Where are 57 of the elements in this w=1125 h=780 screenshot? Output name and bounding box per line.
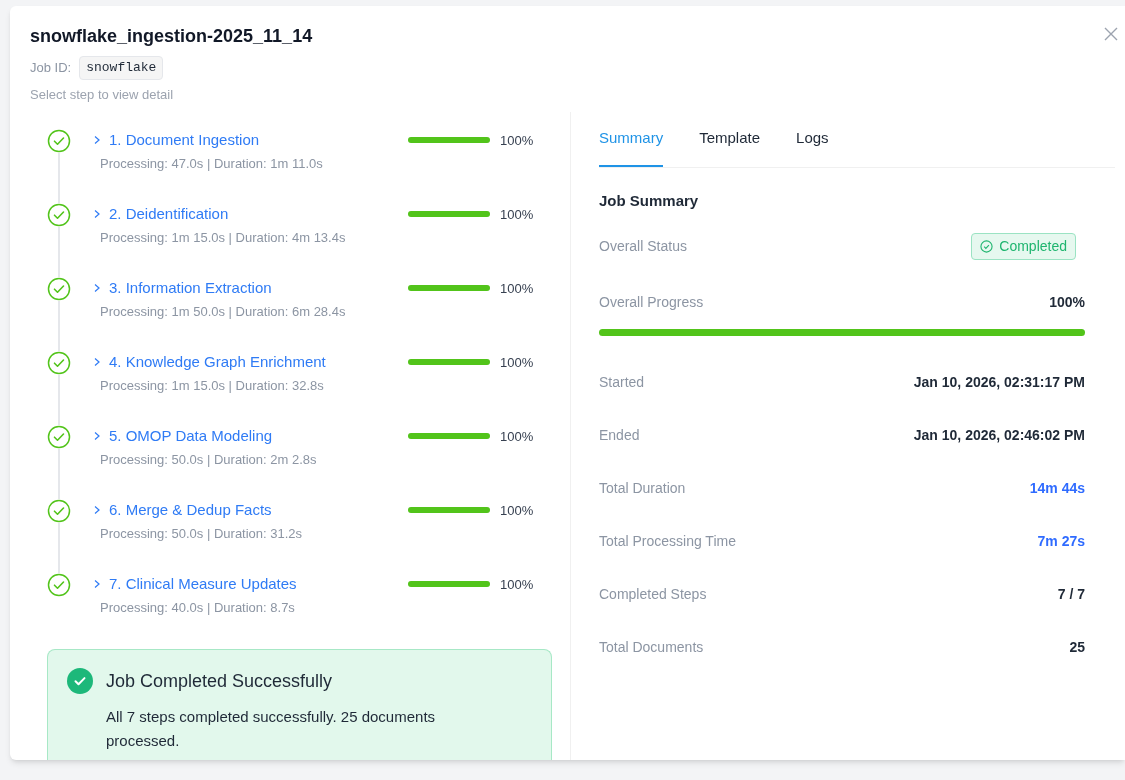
chevron-right-icon [93,431,101,442]
chevron-right-icon [93,357,101,368]
summary-label: Ended [599,426,640,445]
chevron-right-icon [93,209,101,220]
summary-label: Overall Status [599,237,687,256]
tab[interactable]: Summary [599,112,664,167]
check-circle-icon [980,240,994,253]
status-text: Completed [999,237,1067,256]
summary-value: 7m 27s [1037,532,1085,551]
step-link[interactable]: 1. Document Ingestion [93,129,408,152]
alert-message: All 7 steps completed successfully. 25 documents processed. [106,707,437,751]
alert-title: Job Completed Successfully [106,670,334,693]
step-percent: 100% [500,575,534,594]
summary-label: Completed Steps [599,585,707,604]
tab[interactable]: Logs [796,112,829,167]
step-detail: Processing: 1m 50.0s | Duration: 6m 28.4s [100,302,347,321]
step-percent: 100% [500,279,534,298]
progress-percent: 100% [1049,293,1085,312]
step-percent: 100% [500,353,534,372]
step-detail: Processing: 50.0s | Duration: 31.2s [100,524,304,543]
hint-text: Select step to view detail [30,85,175,104]
summary-label: Total Processing Time [599,532,736,551]
job-id-label: Job ID: [30,59,72,77]
step-detail: Processing: 1m 15.0s | Duration: 32.8s [100,376,325,395]
section-heading: Job Summary [599,190,700,211]
chevron-right-icon [93,135,101,146]
step-link[interactable]: 6. Merge & Dedup Facts [93,499,408,522]
tab[interactable]: Template [699,112,761,167]
chevron-right-icon [93,283,101,294]
step-detail: Processing: 1m 15.0s | Duration: 4m 13.4s [100,228,347,247]
summary-value: Jan 10, 2026, 02:46:02 PM [913,426,1085,445]
dialog-title: snowflake_ingestion-2025_11_14 [30,25,313,48]
step-link[interactable]: 7. Clinical Measure Updates [93,573,408,596]
step-detail: Processing: 50.0s | Duration: 2m 2.8s [100,450,318,469]
summary-value: 14m 44s [1029,479,1085,498]
job-id-tag: snowflake [79,56,164,80]
step-link[interactable]: 4. Knowledge Graph Enrichment [93,351,408,374]
summary-label: Started [599,373,645,392]
step-detail: Processing: 40.0s | Duration: 8.7s [100,598,296,617]
summary-value: 25 [1069,638,1085,657]
chevron-right-icon [93,579,101,590]
step-percent: 100% [500,205,534,224]
check-circle-icon [67,668,93,694]
step-percent: 100% [500,501,534,520]
summary-value: 7 / 7 [1057,585,1085,604]
step-link[interactable]: 2. Deidentification [93,203,408,226]
step-link[interactable]: 5. OMOP Data Modeling [93,425,408,448]
summary-label: Overall Progress [599,293,704,312]
step-detail: Processing: 47.0s | Duration: 1m 11.0s [100,154,324,173]
step-percent: 100% [500,427,534,446]
summary-label: Total Duration [599,479,686,498]
step-link[interactable]: 3. Information Extraction [93,277,408,300]
chevron-right-icon [93,505,101,516]
close-icon [1104,27,1118,41]
summary-label: Total Documents [599,638,704,657]
step-percent: 100% [500,131,534,150]
summary-value: Jan 10, 2026, 02:31:17 PM [913,373,1085,392]
